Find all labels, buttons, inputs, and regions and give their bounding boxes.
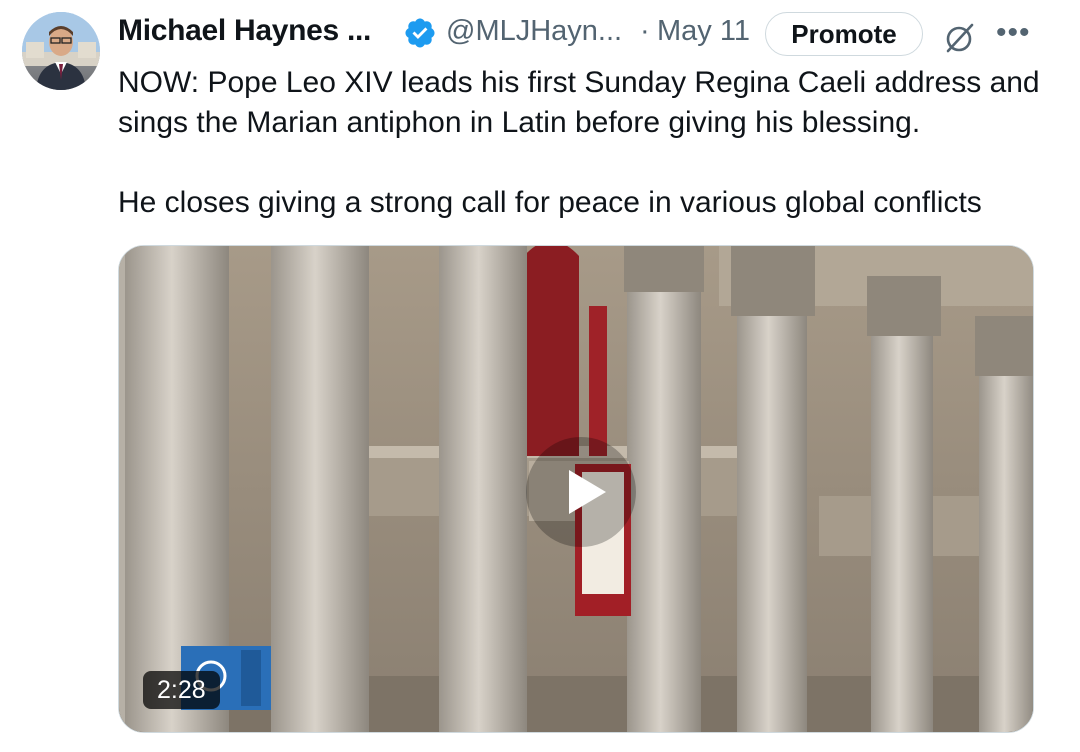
grok-icon[interactable]: [941, 20, 977, 56]
tweet-header: Michael Haynes ... @MLJHayn... · May 11 …: [118, 12, 1068, 56]
tweet-paragraph: NOW: Pope Leo XIV leads his first Sunday…: [118, 66, 1040, 139]
tweet-paragraph: He closes giving a strong call for peace…: [118, 186, 982, 219]
avatar-photo: [22, 12, 100, 90]
author-name[interactable]: Michael Haynes ...: [118, 14, 371, 48]
tweet-text: NOW: Pope Leo XIV leads his first Sunday…: [118, 63, 1058, 223]
verified-badge-icon[interactable]: [403, 16, 437, 50]
video-duration: 2:28: [143, 671, 220, 709]
play-icon: [569, 470, 606, 514]
video-player[interactable]: 2:28: [118, 245, 1034, 733]
tweet-date[interactable]: May 11: [657, 15, 750, 48]
separator-dot: ·: [640, 15, 650, 47]
more-icon[interactable]: •••: [996, 18, 1032, 48]
promote-button[interactable]: Promote: [765, 12, 923, 56]
play-button[interactable]: [526, 437, 636, 547]
author-handle[interactable]: @MLJHayn...: [446, 15, 622, 48]
author-avatar[interactable]: [22, 12, 100, 90]
